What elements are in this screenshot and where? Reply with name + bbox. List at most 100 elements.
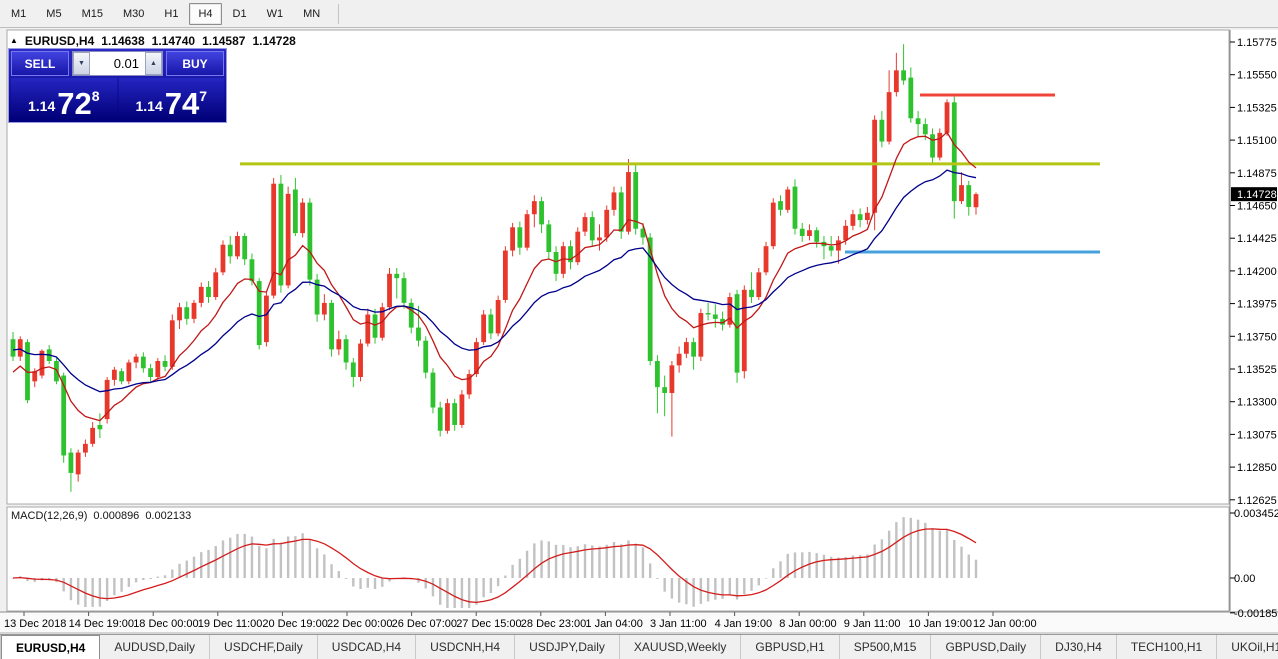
chart-tab-ukoil-h1[interactable]: UKOil,H1 <box>1217 635 1278 659</box>
candle <box>669 365 674 393</box>
candle <box>974 194 979 207</box>
chart-tab-xauusd-weekly[interactable]: XAUUSD,Weekly <box>620 635 741 659</box>
price-tick-label: 1.12625 <box>1237 495 1277 507</box>
macd-tick-label: -0.001851 <box>1234 608 1278 620</box>
price-tick-label: 1.15325 <box>1237 102 1277 114</box>
candle <box>554 252 559 274</box>
timeframe-button-m30[interactable]: M30 <box>114 3 153 25</box>
current-price-label: 1.14728 <box>1237 189 1277 201</box>
time-tick-label: 22 Dec 00:00 <box>327 618 392 630</box>
candle <box>785 190 790 210</box>
candle <box>250 259 255 281</box>
candle <box>83 444 88 453</box>
volume-input[interactable]: 0.01 <box>90 52 145 75</box>
time-tick-label: 19 Dec 11:00 <box>198 618 263 630</box>
candle <box>945 102 950 133</box>
chart-tab-usdchf-daily[interactable]: USDCHF,Daily <box>210 635 318 659</box>
buy-button[interactable]: BUY <box>166 51 224 76</box>
timeframe-button-w1[interactable]: W1 <box>258 3 293 25</box>
sell-price-button[interactable]: 1.14728 <box>11 78 117 120</box>
candle <box>264 296 269 343</box>
candle <box>235 236 240 256</box>
buy-price-button[interactable]: 1.14747 <box>119 78 225 120</box>
candle <box>300 203 305 234</box>
candle <box>141 357 146 369</box>
volume-decrease-button[interactable]: ▼ <box>73 52 90 75</box>
candle <box>706 313 711 314</box>
chart-tab-usdcnh-h4[interactable]: USDCNH,H4 <box>416 635 515 659</box>
timeframe-button-m5[interactable]: M5 <box>37 3 70 25</box>
candle <box>409 303 414 328</box>
candle <box>778 201 783 210</box>
chart-tab-audusd-daily[interactable]: AUDUSD,Daily <box>100 635 210 659</box>
chart-tab-tech100-h1[interactable]: TECH100,H1 <box>1117 635 1217 659</box>
candle <box>814 230 819 242</box>
candle <box>829 246 834 250</box>
candle <box>865 213 870 220</box>
candle <box>836 240 841 250</box>
time-tick-label: 12 Jan 00:00 <box>973 618 1037 630</box>
chart-tab-dj30-h4[interactable]: DJ30,H4 <box>1041 635 1117 659</box>
price-tick-label: 1.15775 <box>1237 37 1277 49</box>
candle <box>952 102 957 201</box>
candle <box>604 210 609 238</box>
chart-tab-eurusd-h4[interactable]: EURUSD,H4 <box>1 635 100 659</box>
candle <box>402 278 407 303</box>
candle <box>923 124 928 134</box>
candle <box>517 227 522 247</box>
candle <box>329 303 334 350</box>
timeframe-button-h1[interactable]: H1 <box>155 3 187 25</box>
price-tick-label: 1.13525 <box>1237 364 1277 376</box>
macd-main-value: 0.000896 <box>93 510 139 522</box>
timeframe-button-mn[interactable]: MN <box>294 3 329 25</box>
candle <box>916 118 921 124</box>
time-tick-label: 28 Dec 23:00 <box>521 618 586 630</box>
candle <box>742 290 747 371</box>
candle <box>894 70 899 92</box>
candle <box>858 214 863 220</box>
candle <box>698 313 703 357</box>
candle <box>163 361 168 367</box>
toolbar-separator <box>338 4 339 24</box>
timeframe-button-d1[interactable]: D1 <box>224 3 256 25</box>
chart-tab-sp500-m15[interactable]: SP500,M15 <box>840 635 932 659</box>
candle <box>959 185 964 201</box>
candle <box>843 226 848 241</box>
price-tick-label: 1.14875 <box>1237 168 1277 180</box>
candle <box>481 315 486 343</box>
macd-name: MACD(12,26,9) <box>11 510 87 522</box>
candle <box>771 203 776 247</box>
candle <box>583 217 588 232</box>
candle <box>525 214 530 247</box>
candle <box>373 315 378 338</box>
candle <box>713 315 718 319</box>
one-click-collapse-icon[interactable]: ▲ <box>10 36 18 45</box>
ohlc-high: 1.14740 <box>152 34 195 48</box>
candle <box>633 172 638 229</box>
sell-button[interactable]: SELL <box>11 51 69 76</box>
candle <box>612 192 617 209</box>
candle <box>155 361 160 377</box>
candle <box>148 368 153 377</box>
candle <box>619 192 624 231</box>
buy-price-big: 74 <box>165 91 199 117</box>
chart-tab-gbpusd-daily[interactable]: GBPUSD,Daily <box>931 635 1041 659</box>
candle <box>221 245 226 273</box>
chart-tab-usdcad-h4[interactable]: USDCAD,H4 <box>318 635 416 659</box>
candle <box>358 344 363 377</box>
candle <box>387 274 392 307</box>
candle <box>749 290 754 297</box>
timeframe-button-m1[interactable]: M1 <box>2 3 35 25</box>
time-tick-label: 13 Dec 2018 <box>4 618 66 630</box>
timeframe-button-m15[interactable]: M15 <box>73 3 112 25</box>
candle <box>496 300 501 333</box>
candle <box>213 272 218 297</box>
candle <box>546 224 551 252</box>
volume-increase-button[interactable]: ▲ <box>145 52 162 75</box>
chart-tab-usdjpy-daily[interactable]: USDJPY,Daily <box>515 635 620 659</box>
time-tick-label: 10 Jan 19:00 <box>908 618 972 630</box>
timeframe-button-h4[interactable]: H4 <box>189 3 221 25</box>
price-tick-label: 1.15550 <box>1237 70 1277 82</box>
chart-tab-gbpusd-h1[interactable]: GBPUSD,H1 <box>741 635 839 659</box>
time-tick-label: 4 Jan 19:00 <box>715 618 773 630</box>
